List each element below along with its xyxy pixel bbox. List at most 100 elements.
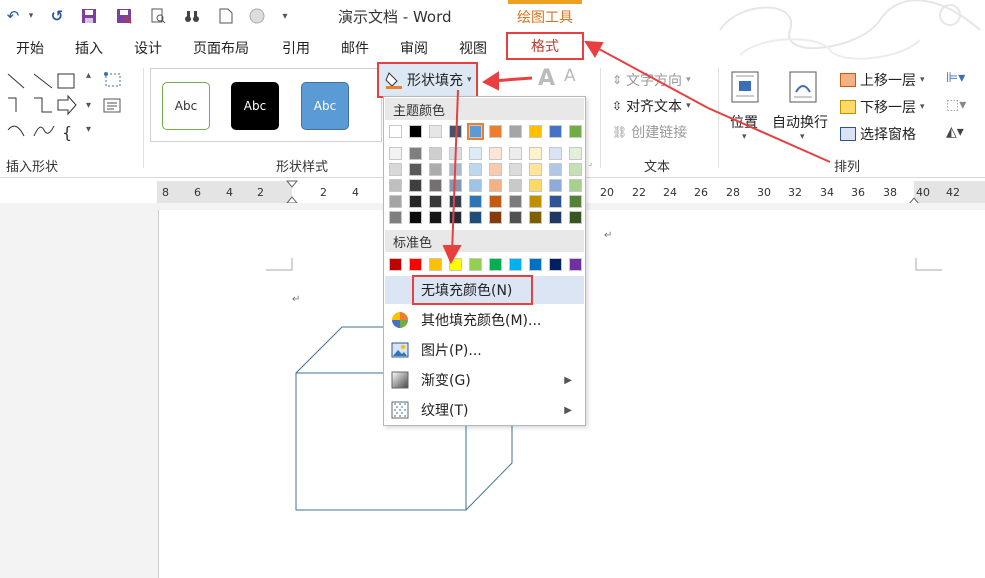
- send-backward-button[interactable]: 下移一层 ▾: [840, 97, 925, 117]
- theme-color-swatch[interactable]: [489, 125, 502, 138]
- theme-shade-swatch[interactable]: [569, 147, 582, 160]
- theme-shade-swatch[interactable]: [469, 179, 482, 192]
- theme-shade-swatch[interactable]: [489, 179, 502, 192]
- tab-view[interactable]: 视图: [459, 38, 487, 58]
- wordart-launcher-icon[interactable]: ⌟: [588, 158, 592, 168]
- theme-shade-swatch[interactable]: [469, 211, 482, 224]
- rotate-icon[interactable]: ◭▾: [946, 124, 964, 140]
- theme-shade-swatch[interactable]: [389, 211, 402, 224]
- edit-shape-icon[interactable]: [102, 70, 126, 90]
- theme-shade-swatch[interactable]: [549, 211, 562, 224]
- theme-shade-swatch[interactable]: [569, 211, 582, 224]
- theme-shade-swatch[interactable]: [529, 179, 542, 192]
- wordart-outline-icon[interactable]: A: [564, 66, 576, 86]
- theme-shade-swatch[interactable]: [529, 163, 542, 176]
- style-preset-2[interactable]: Abc: [231, 82, 279, 130]
- tab-insert[interactable]: 插入: [75, 38, 103, 58]
- theme-color-swatch[interactable]: [429, 125, 442, 138]
- theme-shade-swatch[interactable]: [449, 179, 462, 192]
- theme-color-swatch[interactable]: [467, 123, 484, 140]
- wordart-fill-icon[interactable]: A: [538, 66, 555, 91]
- theme-color-swatch[interactable]: [569, 125, 582, 138]
- tab-format[interactable]: 格式: [506, 32, 584, 60]
- tab-references[interactable]: 引用: [282, 38, 310, 58]
- texture-menu-item[interactable]: 纹理(T) ▶: [385, 396, 584, 424]
- position-dropdown-icon[interactable]: ▾: [742, 132, 747, 142]
- theme-shade-swatch[interactable]: [469, 147, 482, 160]
- theme-shade-swatch[interactable]: [429, 179, 442, 192]
- standard-color-swatch[interactable]: [509, 258, 522, 271]
- theme-color-swatch[interactable]: [549, 125, 562, 138]
- tab-page-layout[interactable]: 页面布局: [193, 38, 249, 58]
- gallery-more-icon[interactable]: ▾: [86, 124, 91, 135]
- create-link-button[interactable]: ⛓ 创建链接: [612, 122, 687, 142]
- theme-shade-swatch[interactable]: [509, 195, 522, 208]
- theme-shade-swatch[interactable]: [509, 147, 522, 160]
- wrap-text-label[interactable]: 自动换行: [772, 112, 828, 132]
- style-preset-1[interactable]: Abc: [162, 82, 210, 130]
- theme-shade-swatch[interactable]: [549, 147, 562, 160]
- standard-color-swatch[interactable]: [409, 258, 422, 271]
- standard-color-swatch[interactable]: [549, 258, 562, 271]
- theme-shade-swatch[interactable]: [389, 179, 402, 192]
- theme-shade-swatch[interactable]: [489, 211, 502, 224]
- text-box-icon[interactable]: [102, 96, 126, 116]
- theme-color-swatch[interactable]: [409, 125, 422, 138]
- standard-color-swatch[interactable]: [489, 258, 502, 271]
- wrap-text-dropdown-icon[interactable]: ▾: [800, 132, 805, 142]
- theme-shade-swatch[interactable]: [569, 163, 582, 176]
- theme-shade-swatch[interactable]: [429, 195, 442, 208]
- theme-shade-swatch[interactable]: [549, 179, 562, 192]
- theme-color-swatch[interactable]: [389, 125, 402, 138]
- theme-shade-swatch[interactable]: [429, 163, 442, 176]
- theme-shade-swatch[interactable]: [449, 147, 462, 160]
- theme-shade-swatch[interactable]: [449, 211, 462, 224]
- theme-shade-swatch[interactable]: [509, 211, 522, 224]
- align-icon[interactable]: ⊫▾: [946, 70, 965, 86]
- theme-shade-swatch[interactable]: [569, 195, 582, 208]
- theme-shade-swatch[interactable]: [429, 147, 442, 160]
- position-label[interactable]: 位置: [730, 112, 758, 132]
- theme-shade-swatch[interactable]: [469, 163, 482, 176]
- standard-color-swatch[interactable]: [529, 258, 542, 271]
- picture-menu-item[interactable]: 图片(P)...: [385, 336, 584, 364]
- standard-color-swatch[interactable]: [469, 258, 482, 271]
- gallery-scroll-up-icon[interactable]: ▴: [86, 70, 91, 81]
- theme-color-swatch[interactable]: [509, 125, 522, 138]
- theme-shade-swatch[interactable]: [489, 195, 502, 208]
- tab-mailings[interactable]: 邮件: [341, 38, 369, 58]
- theme-color-swatch[interactable]: [529, 125, 542, 138]
- theme-shade-swatch[interactable]: [409, 163, 422, 176]
- wrap-text-icon[interactable]: [788, 70, 820, 104]
- bring-forward-button[interactable]: 上移一层 ▾: [840, 70, 925, 90]
- standard-color-swatch[interactable]: [449, 258, 462, 271]
- theme-shade-swatch[interactable]: [389, 147, 402, 160]
- theme-shade-swatch[interactable]: [509, 179, 522, 192]
- align-text-button[interactable]: ⇳ 对齐文本 ▾: [612, 96, 691, 116]
- theme-shade-swatch[interactable]: [549, 163, 562, 176]
- selection-pane-button[interactable]: 选择窗格: [840, 124, 916, 144]
- theme-shade-swatch[interactable]: [509, 163, 522, 176]
- theme-shade-swatch[interactable]: [389, 195, 402, 208]
- position-icon[interactable]: [730, 70, 762, 104]
- more-fill-colors-menu-item[interactable]: 其他填充颜色(M)...: [385, 306, 584, 334]
- group-icon[interactable]: ⬚▾: [946, 97, 966, 113]
- tab-design[interactable]: 设计: [134, 38, 162, 58]
- tab-review[interactable]: 审阅: [400, 38, 428, 58]
- style-preset-3[interactable]: Abc: [301, 82, 349, 130]
- theme-shade-swatch[interactable]: [409, 179, 422, 192]
- text-direction-button[interactable]: ⇕ 文字方向 ▾: [612, 70, 691, 90]
- standard-color-swatch[interactable]: [429, 258, 442, 271]
- theme-shade-swatch[interactable]: [469, 195, 482, 208]
- theme-color-swatch[interactable]: [449, 125, 462, 138]
- theme-shade-swatch[interactable]: [529, 195, 542, 208]
- standard-color-swatch[interactable]: [389, 258, 402, 271]
- gradient-menu-item[interactable]: 渐变(G) ▶: [385, 366, 584, 394]
- theme-shade-swatch[interactable]: [429, 211, 442, 224]
- theme-shade-swatch[interactable]: [389, 163, 402, 176]
- theme-shade-swatch[interactable]: [569, 179, 582, 192]
- theme-shade-swatch[interactable]: [449, 195, 462, 208]
- theme-shade-swatch[interactable]: [549, 195, 562, 208]
- theme-shade-swatch[interactable]: [449, 163, 462, 176]
- shapes-gallery[interactable]: {: [4, 70, 86, 142]
